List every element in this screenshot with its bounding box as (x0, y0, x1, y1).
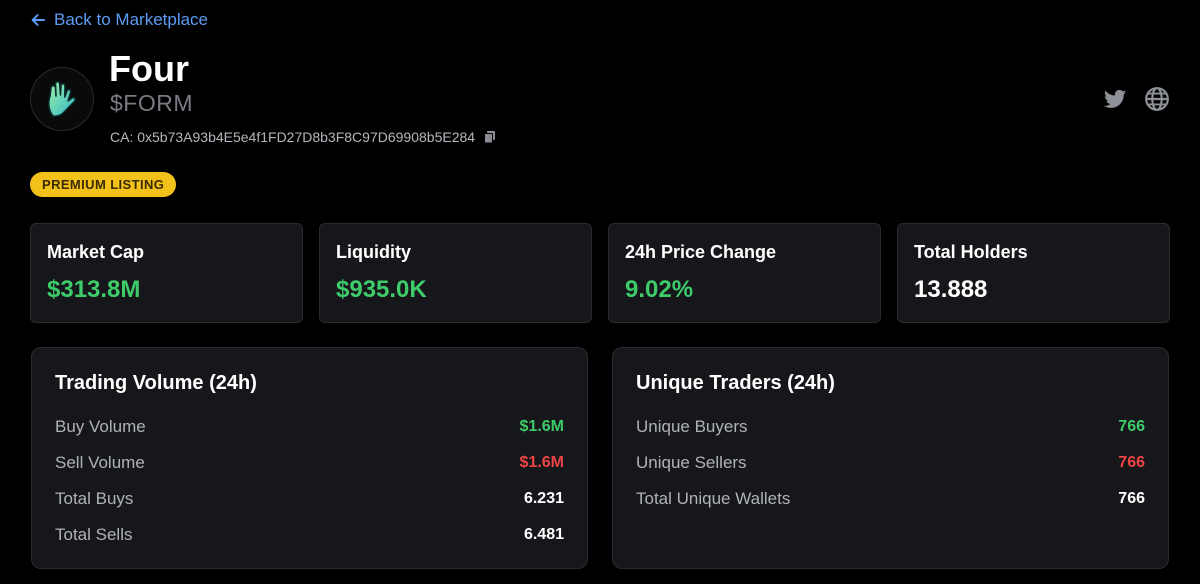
token-logo (30, 67, 94, 131)
stat-label: Liquidity (336, 242, 411, 262)
social-links (1102, 86, 1170, 112)
contract-address: CA: 0x5b73A93b4E5e4f1FD27D8b3F8C97D69908… (110, 129, 476, 145)
twitter-icon[interactable] (1102, 86, 1128, 112)
list-item: Sell Volume $1.6M (55, 445, 564, 481)
stat-label: Market Cap (47, 242, 145, 262)
row-label: Total Unique Wallets (636, 489, 791, 508)
stat-card-price-change: 24h Price Change 9.02% (608, 223, 881, 323)
trading-volume-panel: Trading Volume (24h) Buy Volume $1.6M Se… (31, 347, 588, 569)
row-value: 766 (1118, 490, 1145, 507)
back-to-marketplace-link[interactable]: Back to Marketplace (30, 10, 208, 30)
arrow-left-icon (31, 14, 45, 26)
stat-card-market-cap: Market Cap $313.8M (30, 223, 303, 323)
row-label: Sell Volume (55, 453, 145, 472)
list-item: Unique Buyers 766 (636, 409, 1145, 445)
token-detail-page: Back to Marketplace Four $FORM CA: 0x5b7… (0, 0, 1200, 584)
stat-label: 24h Price Change (625, 242, 777, 262)
list-item: Total Buys 6.231 (55, 481, 564, 517)
unique-traders-panel: Unique Traders (24h) Unique Buyers 766 U… (612, 347, 1169, 569)
contract-address-row: CA: 0x5b73A93b4E5e4f1FD27D8b3F8C97D69908… (110, 129, 497, 145)
token-name: Four (109, 48, 189, 89)
stat-card-total-holders: Total Holders 13.888 (897, 223, 1170, 323)
back-link-label: Back to Marketplace (54, 10, 209, 29)
premium-listing-badge: PREMIUM LISTING (30, 172, 177, 197)
row-label: Total Sells (55, 525, 133, 544)
stat-card-liquidity: Liquidity $935.0K (319, 223, 592, 323)
row-label: Total Buys (55, 489, 134, 508)
token-symbol: $FORM (110, 90, 193, 116)
globe-icon[interactable] (1144, 86, 1170, 112)
stat-value: 13.888 (914, 276, 988, 303)
row-label: Unique Buyers (636, 417, 748, 436)
row-value: 6.231 (523, 490, 564, 507)
list-item: Total Unique Wallets 766 (636, 481, 1145, 517)
row-value: 766 (1118, 418, 1145, 435)
row-value: 766 (1118, 454, 1145, 471)
hand-logo-icon (47, 80, 77, 117)
list-item: Unique Sellers 766 (636, 445, 1145, 481)
row-label: Unique Sellers (636, 453, 747, 472)
panel-title: Trading Volume (24h) (55, 372, 257, 394)
stat-value: $313.8M (47, 276, 141, 303)
row-label: Buy Volume (55, 417, 146, 436)
list-item: Total Sells 6.481 (55, 517, 564, 553)
list-item: Buy Volume $1.6M (55, 409, 564, 445)
row-value: $1.6M (519, 418, 564, 435)
stat-value: 9.02% (625, 276, 694, 303)
stat-value: $935.0K (336, 276, 427, 303)
panel-title: Unique Traders (24h) (636, 372, 835, 394)
row-value: $1.6M (519, 454, 564, 471)
stat-label: Total Holders (914, 242, 1028, 262)
copy-icon[interactable] (483, 130, 497, 144)
row-value: 6.481 (523, 526, 564, 543)
